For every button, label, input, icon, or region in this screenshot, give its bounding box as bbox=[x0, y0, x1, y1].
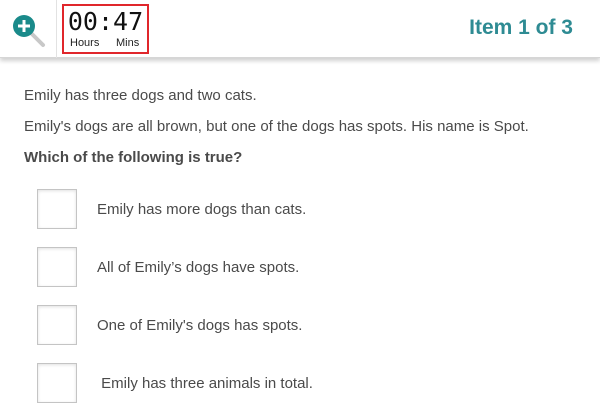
answer-checkbox[interactable] bbox=[37, 305, 77, 345]
stem-line: Emily's dogs are all brown, but one of t… bbox=[24, 118, 529, 135]
timer-hours-label: Hours bbox=[70, 37, 100, 49]
answer-label: One of Emily's dogs has spots. bbox=[97, 317, 303, 334]
answer-checkbox[interactable] bbox=[37, 363, 77, 403]
answer-checkbox[interactable] bbox=[37, 189, 77, 229]
answer-option[interactable]: All of Emily’s dogs have spots. bbox=[37, 247, 457, 287]
countdown-timer: 00:47 Hours Mins bbox=[62, 4, 149, 54]
toolbar-divider bbox=[56, 0, 57, 58]
toolbar-header: 00:47 Hours Mins Item 1 of 3 bbox=[0, 0, 600, 58]
question-stem: Emily has three dogs and two cats. Emily… bbox=[24, 86, 584, 167]
timer-minutes-value: 47 bbox=[113, 7, 144, 36]
item-counter: Item 1 of 3 bbox=[469, 16, 573, 39]
answer-label: All of Emily’s dogs have spots. bbox=[97, 259, 300, 276]
question-prompt: Which of the following is true? bbox=[24, 149, 243, 166]
answer-option[interactable]: Emily has three animals in total. bbox=[37, 363, 457, 403]
timer-mins-label: Mins bbox=[116, 37, 140, 49]
timer-hours-value: 00 bbox=[67, 7, 98, 36]
answer-options: Emily has more dogs than cats. All of Em… bbox=[37, 189, 457, 413]
answer-option[interactable]: One of Emily's dogs has spots. bbox=[37, 305, 457, 345]
answer-option[interactable]: Emily has more dogs than cats. bbox=[37, 189, 457, 229]
timer-separator: : bbox=[97, 7, 114, 36]
answer-label: Emily has three animals in total. bbox=[97, 375, 313, 392]
answer-label: Emily has more dogs than cats. bbox=[97, 201, 307, 218]
answer-checkbox[interactable] bbox=[37, 247, 77, 287]
zoom-in-icon[interactable] bbox=[10, 12, 46, 48]
stem-line: Emily has three dogs and two cats. bbox=[24, 87, 257, 104]
timer-digits: 00:47 bbox=[64, 8, 147, 36]
